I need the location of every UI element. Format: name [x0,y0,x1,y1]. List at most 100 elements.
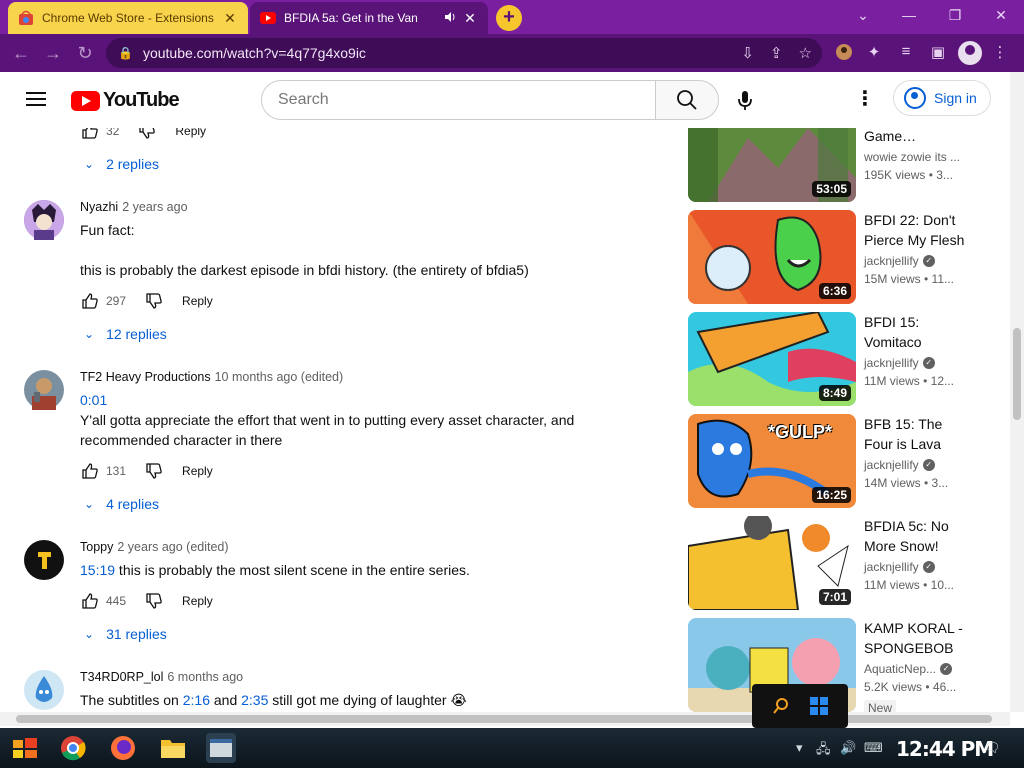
channel-name[interactable]: AquaticNep... ✓ [864,662,974,676]
thumbs-up-icon[interactable] [80,291,100,311]
install-app-icon[interactable]: ⇩ [741,44,754,62]
recommended-video[interactable]: 53:05 Game… wowie zowie its ... 195K vie… [688,128,988,202]
channel-name[interactable]: jacknjellify ✓ [864,458,974,472]
comment-date[interactable]: 2 years ago [122,200,187,214]
thumbs-up-icon[interactable] [80,128,100,141]
lock-icon[interactable]: 🔒 [118,46,133,60]
bookmark-star-icon[interactable]: ☆ [799,44,812,62]
extension-avatar-icon[interactable] [834,43,854,63]
chrome-menu-icon[interactable]: ⋮ [990,43,1010,63]
reply-button[interactable]: Reply [182,294,213,308]
chrome-icon[interactable] [58,733,88,763]
avatar[interactable] [24,540,64,580]
forward-arrow-icon[interactable]: → [40,40,66,66]
voice-search-mic-icon[interactable] [733,88,757,112]
video-title[interactable]: BFDIA 5c: No More Snow! [864,516,974,556]
video-thumbnail[interactable]: 8:49 [688,312,856,406]
tab-youtube-video[interactable]: BFDIA 5a: Get in the Van ✕ [250,2,488,34]
comment-author[interactable]: TF2 Heavy Productions 10 months ago (edit… [80,370,620,384]
channel-name[interactable]: jacknjellify ✓ [864,356,974,370]
video-title[interactable]: BFDI 15: Vomitaco [864,312,974,352]
video-title[interactable]: KAMP KORAL - SPONGEBOB [864,618,974,658]
recommended-video[interactable]: 8:49 BFDI 15: Vomitaco jacknjellify ✓ 11M… [688,312,988,406]
address-bar[interactable]: 🔒 youtube.com/watch?v=4q77g4xo9ic ⇩ ⇪ ☆ [106,38,822,68]
tray-expand-icon[interactable]: ▾ [796,740,803,756]
file-explorer-icon[interactable] [158,733,188,763]
avatar[interactable] [24,370,64,410]
video-title[interactable]: BFB 15: The Four is Lava [864,414,974,454]
view-replies-button[interactable]: ⌄ 12 replies [84,322,167,346]
video-thumbnail[interactable]: *GULP* 16:25 [688,414,856,508]
search-icon[interactable] [772,697,790,720]
view-replies-button[interactable]: ⌄ 31 replies [84,622,167,646]
recommended-video[interactable]: *GULP* 16:25 BFB 15: The Four is Lava ja… [688,414,988,508]
share-icon[interactable]: ⇪ [770,44,783,62]
recommended-video[interactable]: 7:01 BFDIA 5c: No More Snow! jacknjellif… [688,516,988,610]
clock[interactable]: 12:44 PM [896,737,994,761]
thumbs-down-icon[interactable] [144,591,164,611]
windows-logo-icon[interactable] [810,697,828,720]
thumbs-down-icon[interactable] [144,291,164,311]
timestamp-link[interactable]: 15:19 [80,562,115,578]
video-thumbnail[interactable]: 6:36 [688,210,856,304]
url-text[interactable]: youtube.com/watch?v=4q77g4xo9ic [143,45,366,61]
minimize-button[interactable]: — [886,0,932,30]
close-tab-icon[interactable]: ✕ [462,10,478,27]
close-tab-icon[interactable]: ✕ [222,10,238,27]
recommended-video[interactable]: 6:36 BFDI 22: Don't Pierce My Flesh jack… [688,210,988,304]
side-panel-icon[interactable]: ▣ [928,43,948,63]
tab-search-icon[interactable]: ⌄ [840,0,886,30]
horizontal-scrollbar[interactable] [0,712,1010,726]
reload-icon[interactable]: ↻ [72,40,98,66]
extensions-puzzle-icon[interactable]: ✦ [864,43,884,63]
search-input[interactable]: Search [261,80,657,120]
timestamp-link[interactable]: 2:16 [183,692,210,708]
volume-icon[interactable]: 🔊 [840,740,856,756]
scrollbar-thumb[interactable] [1013,328,1021,420]
sign-in-button[interactable]: Sign in [893,80,991,116]
timestamp-link[interactable]: 2:35 [241,692,268,708]
start-button-icon[interactable] [10,733,40,763]
thumbs-down-icon[interactable] [144,461,164,481]
comment-author[interactable]: Toppy 2 years ago (edited) [80,540,620,554]
video-title[interactable]: Game… [864,128,974,146]
search-button[interactable] [655,80,719,120]
network-icon[interactable]: 🖧 [816,740,831,762]
keyboard-icon[interactable]: ⌨ [864,740,883,756]
channel-name[interactable]: jacknjellify ✓ [864,560,974,574]
reply-button[interactable]: Reply [182,464,213,478]
vertical-scrollbar[interactable] [1010,72,1024,712]
avatar[interactable] [24,670,64,710]
media-queue-icon[interactable]: ≡ [896,43,916,63]
video-thumbnail[interactable]: 7:01 [688,516,856,610]
notifications-icon[interactable]: 🗨 [984,740,1001,756]
reply-button[interactable]: Reply [175,128,206,138]
channel-name[interactable]: jacknjellify ✓ [864,254,974,268]
tab-audio-icon[interactable] [444,11,456,26]
avatar[interactable] [24,200,64,240]
close-window-button[interactable]: ✕ [978,0,1024,30]
comment-author[interactable]: T34RD0RP_lol 6 months ago [80,670,620,684]
profile-avatar-icon[interactable] [958,41,982,65]
firefox-icon[interactable] [108,733,138,763]
restore-button[interactable]: ❐ [932,0,978,30]
thumbs-down-icon[interactable] [137,128,157,141]
reply-button[interactable]: Reply [182,594,213,608]
timestamp-link[interactable]: 0:01 [80,392,107,408]
view-replies-button[interactable]: ⌄ 2 replies [84,152,159,176]
video-thumbnail[interactable]: 53:05 [688,128,856,202]
video-title[interactable]: BFDI 22: Don't Pierce My Flesh [864,210,974,250]
youtube-logo[interactable]: YouTube [71,89,180,112]
comment-date[interactable]: 10 months ago (edited) [215,370,344,384]
comment-date[interactable]: 2 years ago (edited) [117,540,228,554]
channel-name[interactable]: wowie zowie its ... [864,150,974,164]
back-arrow-icon[interactable]: ← [8,40,34,66]
comment-author[interactable]: Nyazhi 2 years ago [80,200,620,214]
menu-hamburger-icon[interactable] [26,92,46,106]
tab-chrome-web-store[interactable]: Chrome Web Store - Extensions ✕ [8,2,248,34]
thumbs-up-icon[interactable] [80,591,100,611]
new-tab-button[interactable]: + [496,5,522,31]
open-window-icon[interactable] [206,733,236,763]
thumbs-up-icon[interactable] [80,461,100,481]
comment-date[interactable]: 6 months ago [167,670,243,684]
